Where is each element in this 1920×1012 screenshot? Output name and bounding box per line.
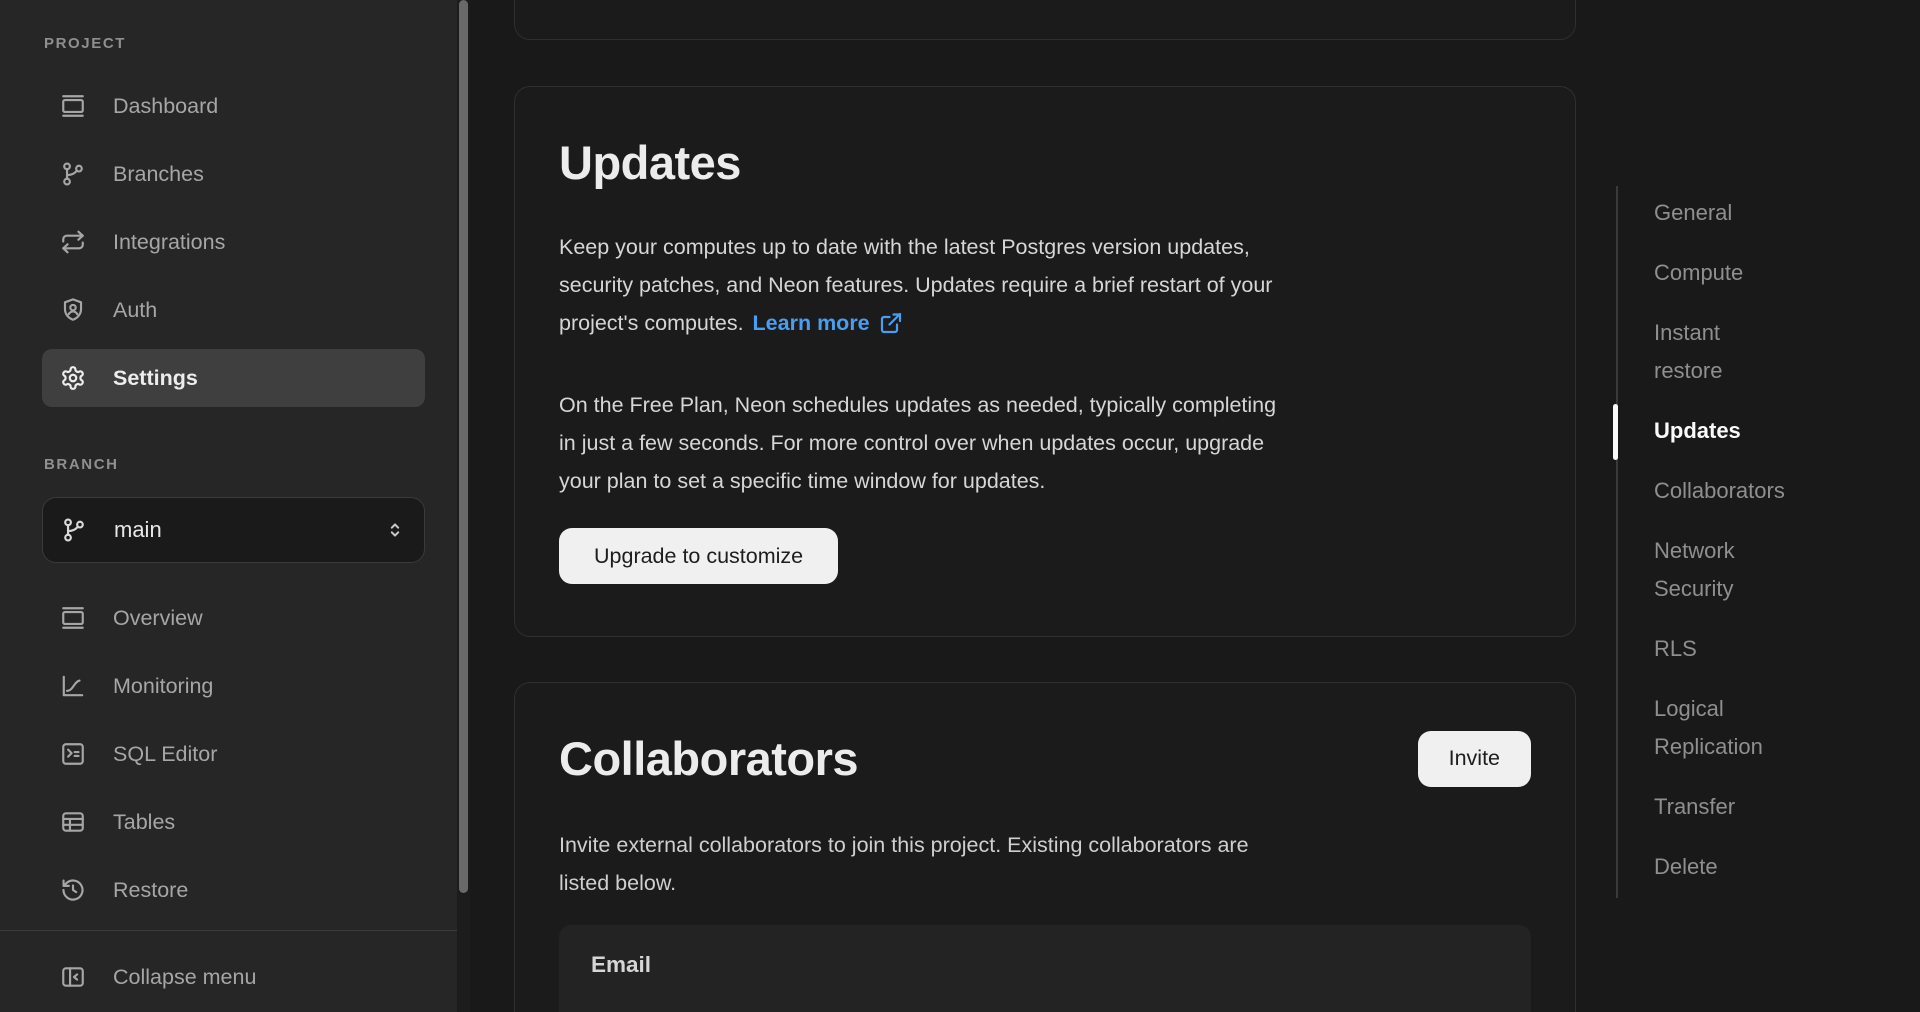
updates-free-plan-text: On the Free Plan, Neon schedules updates… [559, 386, 1531, 500]
page-nav-rail [1616, 186, 1618, 898]
overview-icon [60, 605, 86, 631]
learn-more-link[interactable]: Learn more [753, 311, 903, 335]
page-nav-item-delete[interactable]: Delete [1654, 848, 1904, 886]
branch-selector[interactable]: main [42, 497, 425, 563]
integrations-icon [60, 229, 86, 255]
sidebar-item-branches[interactable]: Branches [42, 145, 425, 203]
sidebar-section-label-project: PROJECT [44, 35, 126, 52]
collaborators-card: Collaborators Invite Invite external col… [514, 682, 1576, 1012]
sidebar-item-label: Tables [113, 810, 175, 835]
sidebar-item-restore[interactable]: Restore [42, 861, 425, 919]
page-nav-item-transfer[interactable]: Transfer [1654, 788, 1904, 826]
sidebar-item-tables[interactable]: Tables [42, 793, 425, 851]
sidebar-scrollbar-track[interactable] [457, 0, 470, 1012]
sidebar-item-label: Overview [113, 606, 203, 631]
git-branch-icon [61, 517, 87, 543]
updates-description-text: Keep your computes up to date with the l… [559, 235, 1272, 335]
sidebar-item-label: Branches [113, 162, 204, 187]
sidebar-scrollbar-thumb[interactable] [459, 0, 468, 893]
sidebar-section-label-branch: BRANCH [44, 456, 119, 473]
sidebar-item-monitoring[interactable]: Monitoring [42, 657, 425, 715]
page-nav-item-compute[interactable]: Compute [1654, 254, 1904, 292]
updates-card: Updates Keep your computes up to date wi… [514, 86, 1576, 637]
email-column-header: Email [591, 952, 1499, 978]
sidebar-item-label: Monitoring [113, 674, 213, 699]
collapse-menu-button[interactable]: Collapse menu [42, 948, 425, 1006]
branch-nav: Overview Monitoring SQL Editor Tables [42, 589, 425, 919]
page-nav-item-updates[interactable]: Updates [1654, 412, 1904, 450]
collapse-menu-label: Collapse menu [113, 965, 256, 990]
chevron-up-down-icon [384, 519, 406, 541]
page-nav-item-logical-replication[interactable]: Logical Replication [1654, 690, 1904, 766]
sidebar-item-dashboard[interactable]: Dashboard [42, 77, 425, 135]
gear-icon [60, 365, 86, 391]
auth-shield-icon [60, 297, 86, 323]
sidebar-item-label: Settings [113, 366, 198, 391]
updates-description: Keep your computes up to date with the l… [559, 228, 1531, 342]
updates-card-title: Updates [559, 133, 1531, 192]
collaborators-card-header: Collaborators Invite [559, 729, 1531, 788]
git-branch-icon [60, 161, 86, 187]
sidebar-item-sql-editor[interactable]: SQL Editor [42, 725, 425, 783]
sidebar-item-label: SQL Editor [113, 742, 217, 767]
sidebar-item-integrations[interactable]: Integrations [42, 213, 425, 271]
monitoring-icon [60, 673, 86, 699]
project-nav: Dashboard Branches Integrations Auth [42, 77, 425, 407]
sidebar-item-settings[interactable]: Settings [42, 349, 425, 407]
learn-more-label: Learn more [753, 311, 870, 335]
sidebar: PROJECT Dashboard Branches Integrations [0, 0, 457, 1012]
invite-button[interactable]: Invite [1418, 731, 1531, 787]
sidebar-item-auth[interactable]: Auth [42, 281, 425, 339]
panel-collapse-icon [60, 964, 86, 990]
page-nav-list: General Compute Instant restore Updates … [1654, 194, 1904, 908]
active-section-indicator [1613, 404, 1618, 460]
neon-console-settings-page: PROJECT Dashboard Branches Integrations [0, 0, 1920, 1012]
external-link-icon [879, 311, 903, 335]
branch-selector-value: main [114, 517, 162, 543]
page-nav-item-network-security[interactable]: Network Security [1654, 532, 1904, 608]
sidebar-footer-divider [0, 930, 457, 931]
sql-editor-icon [60, 741, 86, 767]
upgrade-to-customize-button[interactable]: Upgrade to customize [559, 528, 838, 584]
page-nav-item-collaborators[interactable]: Collaborators [1654, 472, 1904, 510]
sidebar-item-overview[interactable]: Overview [42, 589, 425, 647]
dashboard-icon [60, 93, 86, 119]
tables-icon [60, 809, 86, 835]
restore-icon [60, 877, 86, 903]
page-nav-item-general[interactable]: General [1654, 194, 1904, 232]
sidebar-item-label: Dashboard [113, 94, 218, 119]
sidebar-item-label: Auth [113, 298, 157, 323]
collaborators-description: Invite external collaborators to join th… [559, 826, 1531, 902]
previous-card-partial [514, 0, 1576, 40]
collaborators-card-title: Collaborators [559, 729, 858, 788]
page-nav-item-rls[interactable]: RLS [1654, 630, 1904, 668]
page-nav-item-instant-restore[interactable]: Instant restore [1654, 314, 1904, 390]
collaborators-table: Email [559, 925, 1531, 1012]
sidebar-item-label: Integrations [113, 230, 225, 255]
sidebar-item-label: Restore [113, 878, 188, 903]
